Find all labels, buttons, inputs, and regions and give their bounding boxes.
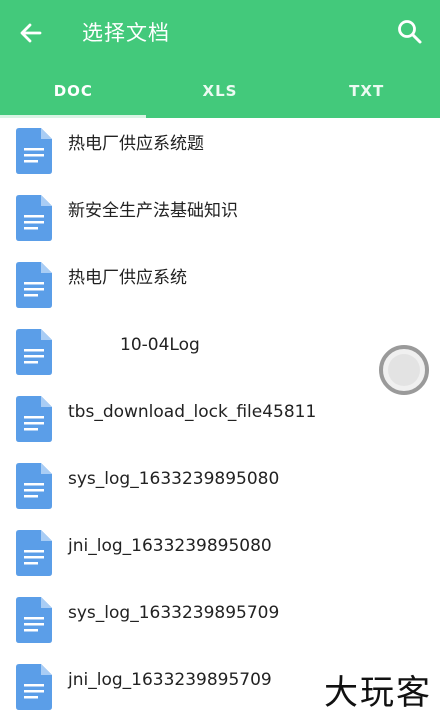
app-bar: 选择文档 DOC XLS TXT xyxy=(0,0,440,118)
watermark-logo: 大玩客 xyxy=(324,673,432,713)
page-title: 选择文档 xyxy=(82,21,170,45)
search-button[interactable] xyxy=(394,16,426,48)
list-item[interactable]: tbs_download_lock_file45811 xyxy=(0,386,440,453)
tab-xls-label: XLS xyxy=(202,82,238,100)
list-item[interactable]: 热电厂供应系统 xyxy=(0,252,440,319)
document-list: 热电厂供应系统题 新安全生产法基础知识 热电厂供应系统 10-04Log tbs… xyxy=(0,118,440,720)
document-icon xyxy=(16,195,52,241)
file-name: jni_log_1633239895709 xyxy=(68,670,272,690)
list-item[interactable]: 热电厂供应系统题 xyxy=(0,118,440,185)
list-item[interactable]: sys_log_1633239895080 xyxy=(0,453,440,520)
tab-txt-label: TXT xyxy=(349,82,385,100)
file-name: sys_log_1633239895709 xyxy=(68,603,280,623)
file-name: 热电厂供应系统题 xyxy=(68,134,204,154)
list-item[interactable]: sys_log_1633239895709 xyxy=(0,587,440,654)
floating-ball-inner xyxy=(388,354,420,386)
list-item[interactable]: 新安全生产法基础知识 xyxy=(0,185,440,252)
document-icon xyxy=(16,262,52,308)
file-name: 新安全生产法基础知识 xyxy=(68,201,238,221)
file-name: sys_log_1633239895080 xyxy=(68,469,280,489)
tab-xls[interactable]: XLS xyxy=(147,64,294,118)
tab-bar: DOC XLS TXT xyxy=(0,64,440,118)
list-item[interactable]: jni_log_1633239895080 xyxy=(0,520,440,587)
document-icon xyxy=(16,463,52,509)
document-icon xyxy=(16,396,52,442)
toolbar: 选择文档 xyxy=(0,0,440,64)
file-name: 10-04Log xyxy=(120,335,200,355)
document-icon xyxy=(16,664,52,710)
floating-ball-button[interactable] xyxy=(379,345,429,395)
file-name: jni_log_1633239895080 xyxy=(68,536,272,556)
file-name: 热电厂供应系统 xyxy=(68,268,187,288)
arrow-left-icon xyxy=(20,23,42,43)
list-item[interactable]: 10-04Log xyxy=(0,319,440,386)
tab-doc-label: DOC xyxy=(53,82,93,100)
file-name: tbs_download_lock_file45811 xyxy=(68,402,317,422)
document-icon xyxy=(16,128,52,174)
tab-txt[interactable]: TXT xyxy=(293,64,440,118)
document-icon xyxy=(16,597,52,643)
tab-doc[interactable]: DOC xyxy=(0,64,147,118)
search-icon xyxy=(398,20,422,44)
back-button[interactable] xyxy=(14,16,48,50)
document-icon xyxy=(16,329,52,375)
document-icon xyxy=(16,530,52,576)
